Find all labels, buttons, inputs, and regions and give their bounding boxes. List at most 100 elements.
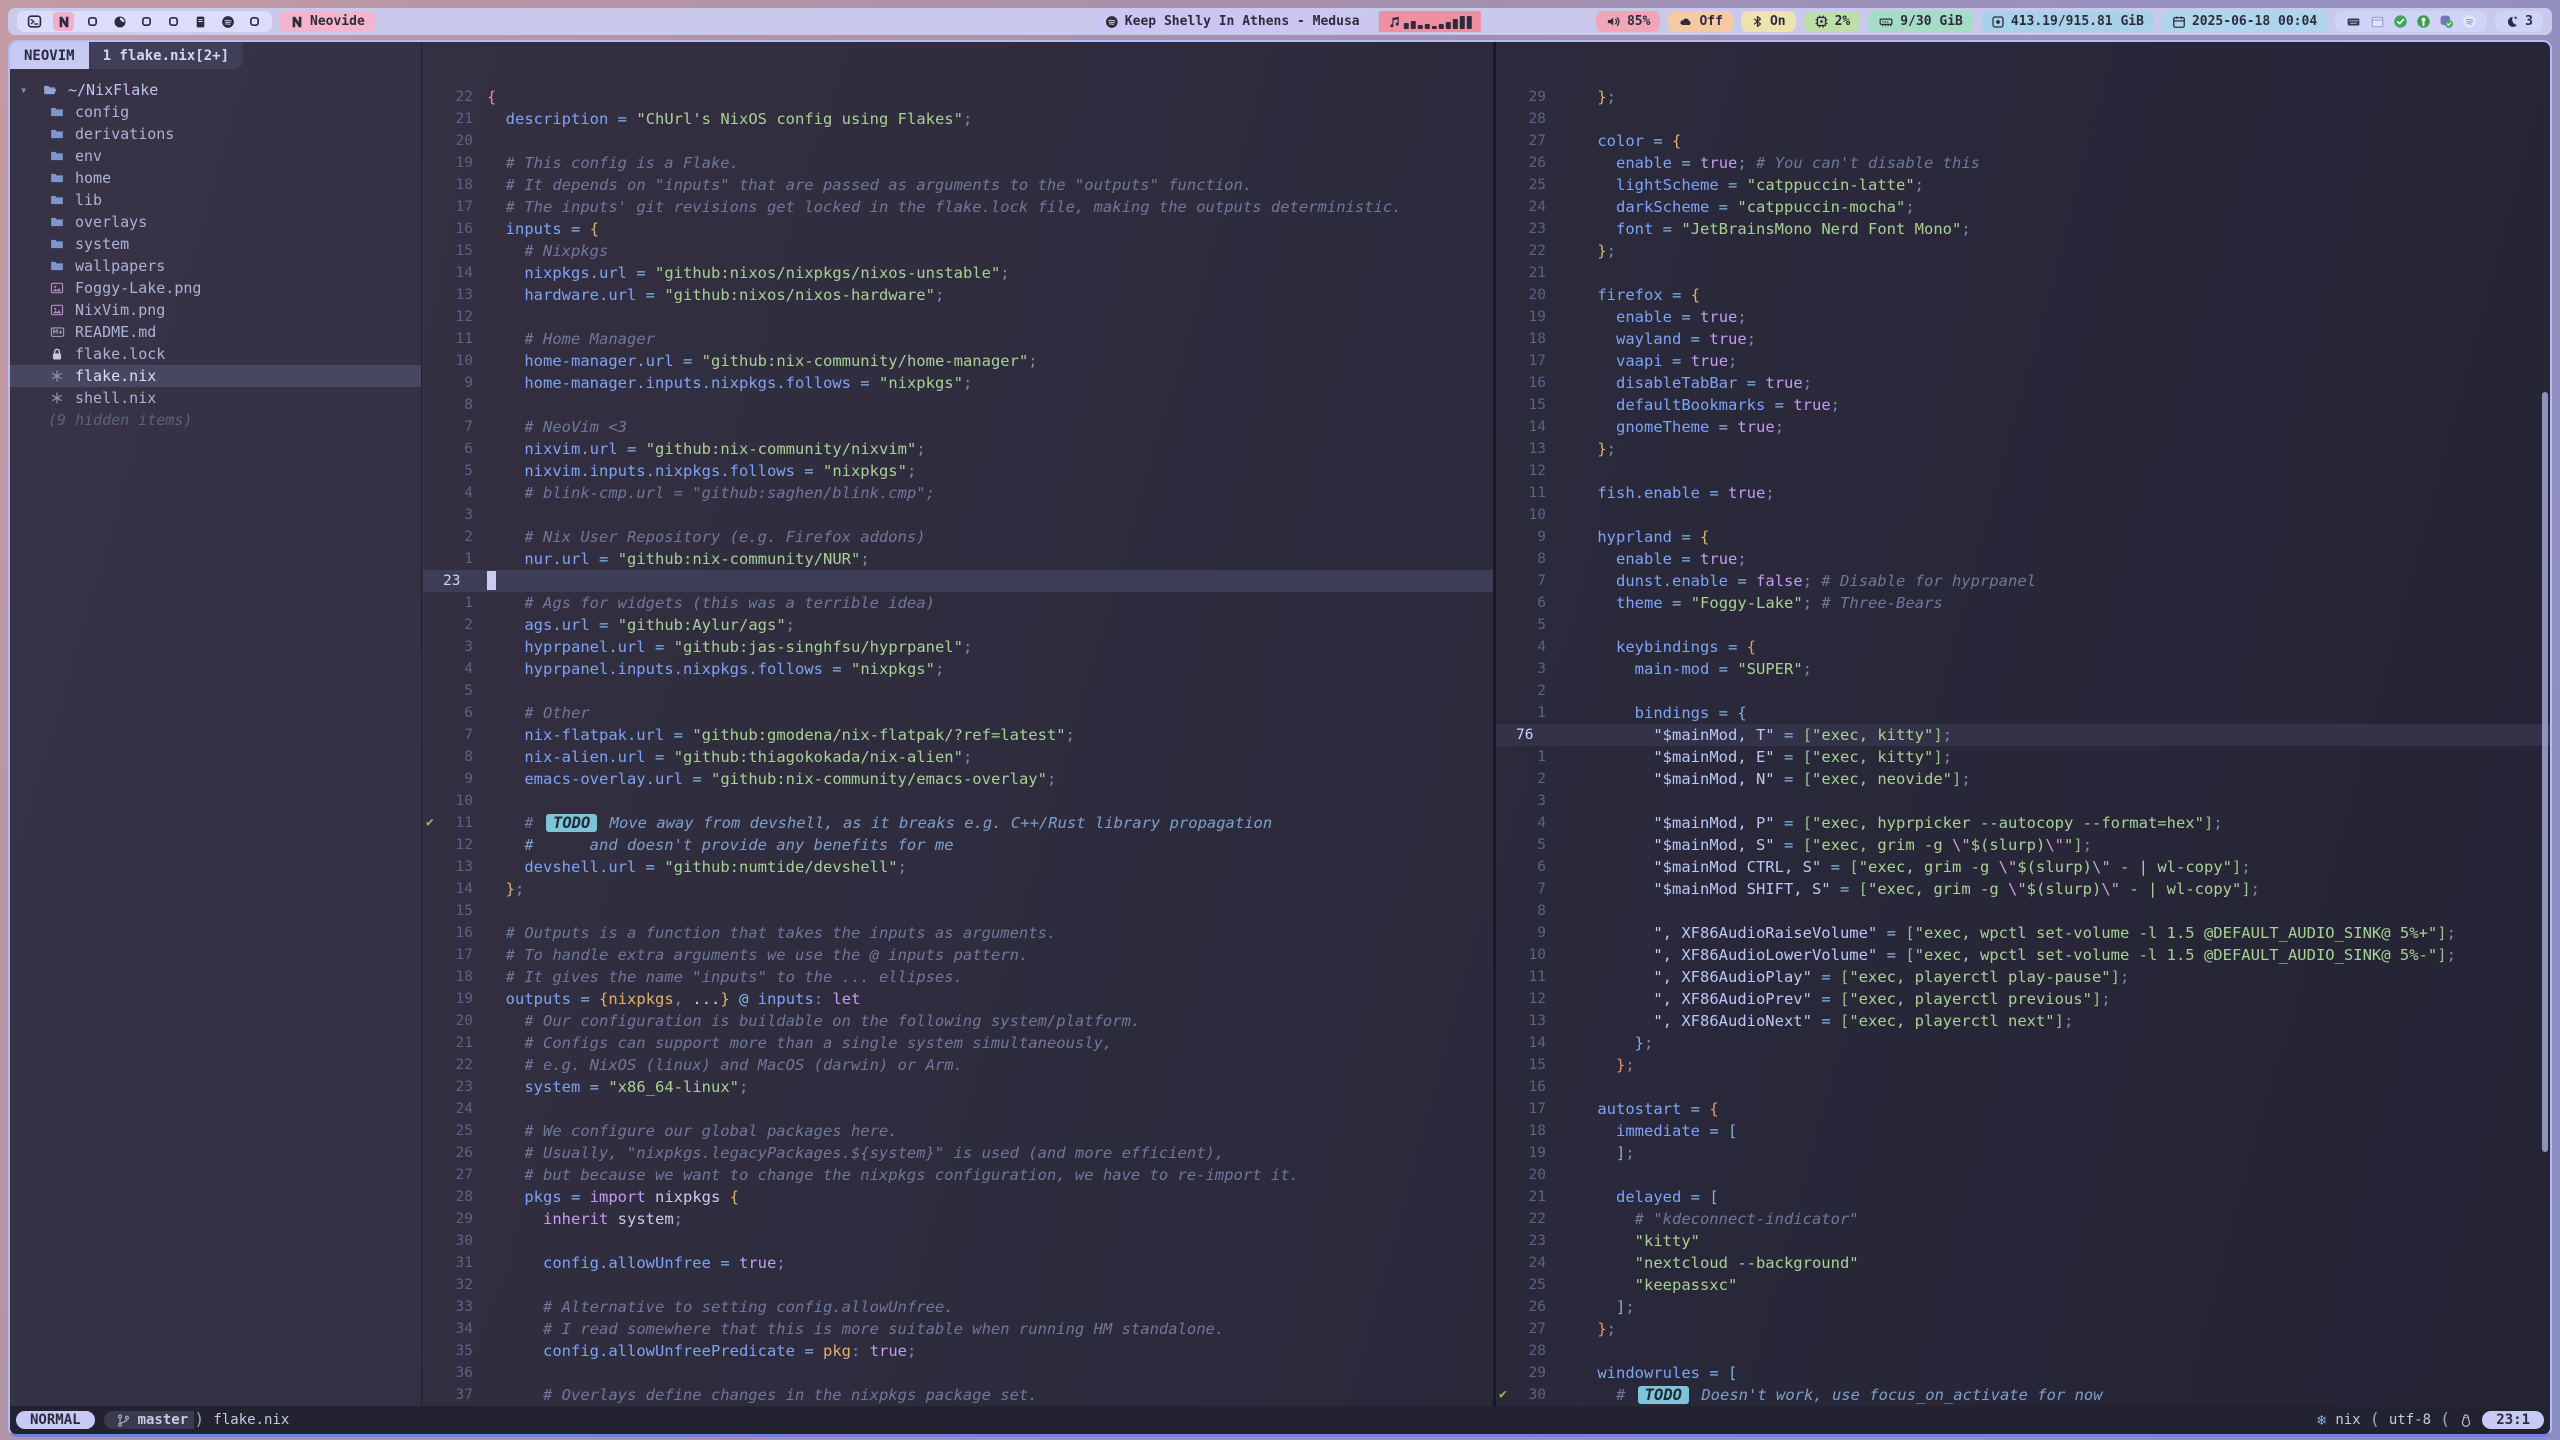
code-line[interactable]: 25 "keepassxc" <box>1496 1274 2550 1296</box>
code-line[interactable]: 23 font = "JetBrainsMono Nerd Font Mono"… <box>1496 218 2550 240</box>
code-line[interactable]: 20 # Our configuration is buildable on t… <box>423 1010 1493 1032</box>
code-line[interactable]: 21 description = "ChUrl's NixOS config u… <box>423 108 1493 130</box>
code-line[interactable]: 33 # Alternative to setting config.allow… <box>423 1296 1493 1318</box>
code-line[interactable]: 24 <box>423 1098 1493 1120</box>
metric-disk[interactable]: 413.19/915.81 GiB <box>1981 11 2154 32</box>
keepass-icon[interactable] <box>2416 14 2431 29</box>
workspace-7[interactable] <box>192 13 209 30</box>
code-line[interactable]: 36 <box>423 1362 1493 1384</box>
code-line[interactable]: 15 # Nixpkgs <box>423 240 1493 262</box>
code-line[interactable]: 12 ", XF86AudioPrev" = ["exec, playerctl… <box>1496 988 2550 1010</box>
code-line[interactable]: 7 dunst.enable = false; # Disable for hy… <box>1496 570 2550 592</box>
code-line[interactable]: 13 ", XF86AudioNext" = ["exec, playerctl… <box>1496 1010 2550 1032</box>
code-line[interactable]: 8 <box>1496 900 2550 922</box>
code-line[interactable]: 34 # I read somewhere that this is more … <box>423 1318 1493 1340</box>
window-title-pill[interactable]: Neovide <box>280 11 375 32</box>
code-line[interactable]: 5 <box>423 680 1493 702</box>
code-line[interactable]: 5 nixvim.inputs.nixpkgs.follows = "nixpk… <box>423 460 1493 482</box>
code-line[interactable]: 3 main-mod = "SUPER"; <box>1496 658 2550 680</box>
code-line[interactable]: 23 <box>423 570 1493 592</box>
code-line[interactable]: 7 # NeoVim <3 <box>423 416 1493 438</box>
code-line[interactable]: 21 delayed = [ <box>1496 1186 2550 1208</box>
code-line[interactable]: 17 autostart = { <box>1496 1098 2550 1120</box>
code-line[interactable]: 23 system = "x86_64-linux"; <box>423 1076 1493 1098</box>
code-line[interactable]: 15 }; <box>1496 1054 2550 1076</box>
code-line[interactable]: 24 darkScheme = "catppuccin-mocha"; <box>1496 196 2550 218</box>
code-line[interactable]: 1 bindings = { <box>1496 702 2550 724</box>
code-line[interactable]: 28 pkgs = import nixpkgs { <box>423 1186 1493 1208</box>
code-line[interactable]: 35 config.allowUnfreePredicate = pkg: tr… <box>423 1340 1493 1362</box>
audio-visualizer-pill[interactable] <box>1379 11 1481 32</box>
code-line[interactable]: 16 disableTabBar = true; <box>1496 372 2550 394</box>
code-line[interactable]: 8 <box>423 394 1493 416</box>
code-line[interactable]: 18 wayland = true; <box>1496 328 2550 350</box>
code-line[interactable]: 21 <box>1496 262 2550 284</box>
code-line[interactable]: 4 # blink-cmp.url = "github:saghen/blink… <box>423 482 1493 504</box>
code-line[interactable]: 2 # Nix User Repository (e.g. Firefox ad… <box>423 526 1493 548</box>
code-line[interactable]: 11 ", XF86AudioPlay" = ["exec, playerctl… <box>1496 966 2550 988</box>
code-line[interactable]: 26 enable = true; # You can't disable th… <box>1496 152 2550 174</box>
tree-item-config[interactable]: config <box>10 101 421 123</box>
code-line[interactable]: 6 theme = "Foggy-Lake"; # Three-Bears <box>1496 592 2550 614</box>
workspace-4[interactable] <box>111 13 128 30</box>
code-line[interactable]: 22 # e.g. NixOS (linux) and MacOS (darwi… <box>423 1054 1493 1076</box>
code-line[interactable]: 31 config.allowUnfree = true; <box>423 1252 1493 1274</box>
code-line[interactable]: 8 nix-alien.url = "github:thiagokokada/n… <box>423 746 1493 768</box>
code-line[interactable]: 1 "$mainMod, E" = ["exec, kitty"]; <box>1496 746 2550 768</box>
code-line[interactable]: 15 defaultBookmarks = true; <box>1496 394 2550 416</box>
code-line[interactable]: 7 "$mainMod SHIFT, S" = ["exec, grim -g … <box>1496 878 2550 900</box>
code-line[interactable]: 3 <box>423 504 1493 526</box>
code-line[interactable]: 19 outputs = {nixpkgs, ...} @ inputs: le… <box>423 988 1493 1010</box>
code-line[interactable]: 10 <box>423 790 1493 812</box>
code-line[interactable]: 9 home-manager.inputs.nixpkgs.follows = … <box>423 372 1493 394</box>
code-line[interactable]: 1 nur.url = "github:nix-community/NUR"; <box>423 548 1493 570</box>
tree-item-lib[interactable]: lib <box>10 189 421 211</box>
code-line[interactable]: 10 ", XF86AudioLowerVolume" = ["exec, wp… <box>1496 944 2550 966</box>
code-line[interactable]: 2 "$mainMod, N" = ["exec, neovide"]; <box>1496 768 2550 790</box>
keyboard-icon[interactable] <box>2345 15 2362 29</box>
media-player-pill[interactable]: Keep Shelly In Athens - Medusa <box>1095 11 1370 32</box>
check-circle-icon[interactable] <box>2393 14 2408 29</box>
code-line[interactable]: 30 <box>423 1230 1493 1252</box>
metric-cpu[interactable]: 2% <box>1804 11 1861 32</box>
code-line[interactable]: ✔30 # TODO Doesn't work, use focus_on_ac… <box>1496 1384 2550 1406</box>
code-line[interactable]: 29 inherit system; <box>423 1208 1493 1230</box>
metric-clock[interactable]: 2025-06-18 00:04 <box>2162 11 2327 32</box>
code-line[interactable]: 27 # but because we want to change the n… <box>423 1164 1493 1186</box>
code-line[interactable]: 32 <box>423 1274 1493 1296</box>
workspace-3[interactable] <box>84 13 101 30</box>
code-line[interactable]: 12 <box>423 306 1493 328</box>
code-line[interactable]: 29 windowrules = [ <box>1496 1362 2550 1384</box>
code-line[interactable]: 27 color = { <box>1496 130 2550 152</box>
workspace-1[interactable] <box>26 13 43 30</box>
scrollbar-thumb[interactable] <box>2542 392 2548 1152</box>
code-line[interactable]: 26 ]; <box>1496 1296 2550 1318</box>
code-line[interactable]: 5 <box>1496 614 2550 636</box>
code-line[interactable]: 12 # and doesn't provide any benefits fo… <box>423 834 1493 856</box>
code-line[interactable]: 12 <box>1496 460 2550 482</box>
code-line[interactable]: 18 # It gives the name "inputs" to the .… <box>423 966 1493 988</box>
code-line[interactable]: 14 }; <box>1496 1032 2550 1054</box>
workspace-2-active[interactable] <box>53 12 74 31</box>
tab-neovim[interactable]: NEOVIM <box>10 42 89 69</box>
tree-item-readme-md[interactable]: README.md <box>10 321 421 343</box>
notifications-pill[interactable]: 3 <box>2495 11 2543 32</box>
code-line[interactable]: 22{ <box>423 86 1493 108</box>
code-line[interactable]: 18 immediate = [ <box>1496 1120 2550 1142</box>
code-line[interactable]: 14 gnomeTheme = true; <box>1496 416 2550 438</box>
code-line[interactable]: 25 lightScheme = "catppuccin-latte"; <box>1496 174 2550 196</box>
tree-item-foggy-lake-png[interactable]: Foggy-Lake.png <box>10 277 421 299</box>
tree-item-nixvim-png[interactable]: NixVim.png <box>10 299 421 321</box>
code-line[interactable]: 9 ", XF86AudioRaiseVolume" = ["exec, wpc… <box>1496 922 2550 944</box>
code-line[interactable]: ✔11 # TODO Move away from devshell, as i… <box>423 812 1493 834</box>
sync-icon[interactable] <box>2439 14 2454 29</box>
code-line[interactable]: 9 emacs-overlay.url = "github:nix-commun… <box>423 768 1493 790</box>
code-line[interactable]: 27 }; <box>1496 1318 2550 1340</box>
code-line[interactable]: 24 "nextcloud --background" <box>1496 1252 2550 1274</box>
tree-item-flake-lock[interactable]: flake.lock <box>10 343 421 365</box>
tree-item-overlays[interactable]: overlays <box>10 211 421 233</box>
workspace-8[interactable] <box>219 13 236 30</box>
code-line[interactable]: 10 home-manager.url = "github:nix-commun… <box>423 350 1493 372</box>
code-line[interactable]: 17 # The inputs' git revisions get locke… <box>423 196 1493 218</box>
code-line[interactable]: 3 <box>1496 790 2550 812</box>
